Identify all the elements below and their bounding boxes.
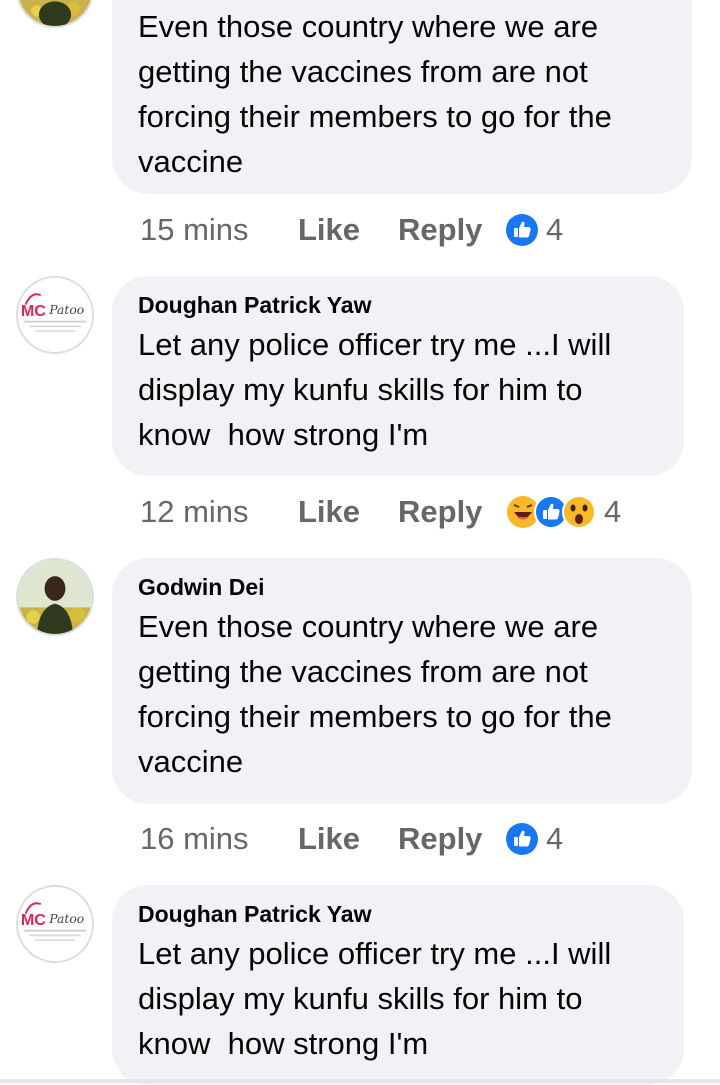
comment-feed: Even those country where we are getting …	[0, 0, 720, 1085]
svg-text:Patoo: Patoo	[48, 912, 84, 926]
reaction-summary[interactable]: 4	[506, 212, 563, 248]
reaction-count: 4	[546, 212, 564, 247]
comment-actions: 16 mins Like Reply 4	[140, 819, 563, 859]
reply-button[interactable]: Reply	[398, 212, 506, 248]
avatar[interactable]: MC Patoo	[16, 276, 94, 354]
comment-timestamp[interactable]: 12 mins	[140, 494, 298, 530]
reply-button[interactable]: Reply	[398, 821, 506, 857]
comment-author[interactable]: Doughan Patrick Yaw	[138, 290, 658, 320]
comment-author[interactable]: Doughan Patrick Yaw	[138, 899, 658, 929]
comment-timestamp[interactable]: 16 mins	[140, 821, 298, 857]
like-button[interactable]: Like	[298, 494, 398, 530]
like-reaction-icon	[506, 214, 538, 246]
svg-text:Patoo: Patoo	[48, 303, 84, 317]
comment-timestamp[interactable]: 15 mins	[140, 212, 298, 248]
avatar[interactable]: MC Patoo	[16, 885, 94, 963]
comment-bubble: Doughan Patrick Yaw Let any police offic…	[112, 276, 684, 476]
avatar[interactable]	[16, 0, 94, 28]
comment-bubble: Even those country where we are getting …	[112, 0, 692, 194]
reaction-summary[interactable]: 4	[506, 821, 563, 857]
like-button[interactable]: Like	[298, 212, 398, 248]
divider	[0, 1079, 720, 1083]
comment-bubble: Godwin Dei Even those country where we a…	[112, 558, 692, 804]
comment-text: Let any police officer try me ...I will …	[138, 327, 620, 452]
comment-author[interactable]: Godwin Dei	[138, 572, 666, 602]
comment-text: Even those country where we are getting …	[138, 9, 621, 179]
like-button[interactable]: Like	[298, 821, 398, 857]
reaction-summary[interactable]: 4	[506, 494, 621, 530]
comment-actions: 12 mins Like Reply 4	[140, 492, 621, 532]
wow-reaction-icon	[562, 495, 596, 529]
comment-actions: 15 mins Like Reply 4	[140, 210, 563, 250]
reaction-count: 4	[604, 494, 622, 529]
like-reaction-icon	[506, 823, 538, 855]
mc-patoo-logo-icon: MC Patoo	[18, 887, 92, 961]
person-photo-icon	[18, 560, 92, 634]
mc-patoo-logo-icon: MC Patoo	[18, 278, 92, 352]
svg-text:MC: MC	[21, 302, 46, 320]
reaction-icons	[507, 495, 596, 529]
comment-text: Even those country where we are getting …	[138, 609, 621, 779]
comment-bubble: Doughan Patrick Yaw Let any police offic…	[112, 885, 684, 1085]
person-photo-icon	[18, 0, 92, 26]
comment-text: Let any police officer try me ...I will …	[138, 936, 620, 1061]
avatar[interactable]	[16, 558, 94, 636]
svg-text:MC: MC	[21, 911, 46, 929]
reaction-count: 4	[546, 821, 564, 856]
reply-button[interactable]: Reply	[398, 494, 506, 530]
